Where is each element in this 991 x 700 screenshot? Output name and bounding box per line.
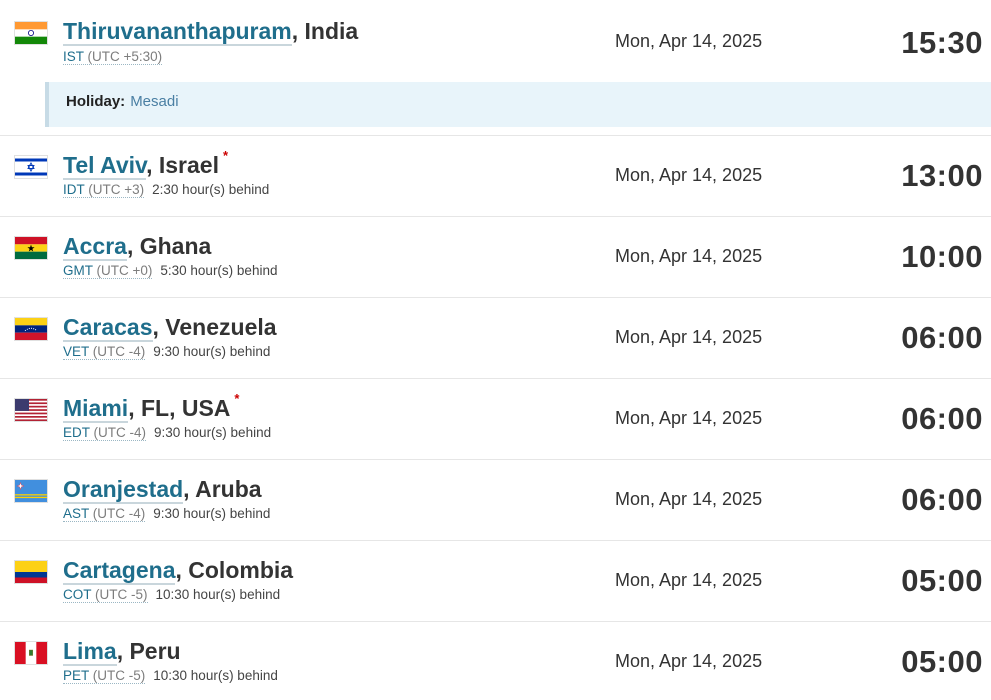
location-row-cartagena: Cartagena, Colombia COT (UTC -5) 10:30 ho…	[0, 541, 991, 622]
date-label: Mon, Apr 14, 2025	[615, 408, 763, 428]
city-link[interactable]: Thiruvananthapuram	[63, 18, 292, 46]
location-title: Thiruvananthapuram, India	[63, 18, 359, 46]
time-label: 10:00	[901, 239, 983, 274]
location-title: Accra, Ghana	[63, 233, 212, 261]
date-label: Mon, Apr 14, 2025	[615, 31, 763, 51]
dst-marker: *	[222, 148, 229, 163]
location-title: Caracas, Venezuela	[63, 314, 277, 342]
time-label: 06:00	[901, 482, 983, 517]
usa-flag-icon	[15, 399, 47, 421]
holiday-label: Holiday:	[66, 93, 126, 110]
country-name: , FL, USA	[128, 395, 231, 421]
timezone-link[interactable]: EDT (UTC -4)	[63, 425, 147, 441]
israel-flag-icon	[15, 156, 47, 178]
country-name: , Israel	[146, 152, 219, 178]
offset-text: 10:30 hour(s) behind	[153, 668, 278, 683]
location-row-miami: Miami, FL, USA * EDT (UTC -4) 9:30 hour(s)…	[0, 379, 991, 460]
date-label: Mon, Apr 14, 2025	[615, 165, 763, 185]
time-label: 06:00	[901, 401, 983, 436]
offset-text: 9:30 hour(s) behind	[153, 506, 271, 521]
timezone-line: EDT (UTC -4) 9:30 hour(s) behind	[63, 425, 272, 441]
aruba-flag-icon	[15, 480, 47, 502]
offset-text: 2:30 hour(s) behind	[152, 182, 270, 197]
timezone-link[interactable]: VET (UTC -4)	[63, 344, 146, 360]
time-label: 05:00	[901, 563, 983, 598]
india-flag-icon	[15, 22, 47, 44]
country-name: , India	[291, 18, 359, 44]
city-link[interactable]: Miami	[63, 395, 129, 423]
date-label: Mon, Apr 14, 2025	[615, 570, 763, 590]
city-link[interactable]: Caracas	[63, 314, 153, 342]
city-link[interactable]: Accra	[63, 233, 127, 261]
holiday-banner: Holiday: Mesadi	[45, 82, 991, 127]
time-label: 15:30	[901, 25, 983, 60]
date-label: Mon, Apr 14, 2025	[615, 327, 763, 347]
timezone-line: PET (UTC -5) 10:30 hour(s) behind	[63, 668, 278, 684]
timezone-line: VET (UTC -4) 9:30 hour(s) behind	[63, 344, 271, 360]
location-title: Tel Aviv, Israel *	[63, 148, 228, 180]
timezone-line: COT (UTC -5) 10:30 hour(s) behind	[63, 587, 281, 603]
location-row-accra: Accra, Ghana GMT (UTC +0) 5:30 hour(s) be…	[0, 217, 991, 298]
offset-text: 5:30 hour(s) behind	[160, 263, 278, 278]
timezone-link[interactable]: IST (UTC +5:30)	[63, 49, 163, 65]
location-row-lima: Lima, Peru PET (UTC -5) 10:30 hour(s) beh…	[0, 622, 991, 700]
location-row-tel-aviv: Tel Aviv, Israel * IDT (UTC +3) 2:30 hour(…	[0, 136, 991, 217]
offset-text: 9:30 hour(s) behind	[153, 344, 271, 359]
timezone-line: GMT (UTC +0) 5:30 hour(s) behind	[63, 263, 278, 279]
time-label: 06:00	[901, 320, 983, 355]
timezone-line: AST (UTC -4) 9:30 hour(s) behind	[63, 506, 271, 522]
location-title: Cartagena, Colombia	[63, 557, 294, 585]
dst-marker: *	[234, 391, 240, 406]
time-label: 05:00	[901, 644, 983, 679]
location-title: Miami, FL, USA *	[63, 391, 239, 423]
timezone-link[interactable]: PET (UTC -5)	[63, 668, 146, 684]
city-link[interactable]: Cartagena	[63, 557, 176, 585]
date-label: Mon, Apr 14, 2025	[615, 246, 763, 266]
offset-text: 10:30 hour(s) behind	[155, 587, 281, 602]
city-link[interactable]: Lima	[63, 638, 117, 666]
location-row-oranjestad: Oranjestad, Aruba AST (UTC -4) 9:30 hour(…	[0, 460, 991, 541]
peru-flag-icon	[15, 642, 47, 664]
country-name: , Peru	[116, 638, 181, 664]
ghana-flag-icon	[15, 237, 47, 259]
date-label: Mon, Apr 14, 2025	[615, 489, 763, 509]
city-link[interactable]: Tel Aviv	[63, 152, 147, 180]
date-label: Mon, Apr 14, 2025	[615, 651, 763, 671]
timezone-link[interactable]: COT (UTC -5)	[63, 587, 148, 603]
timezone-link[interactable]: IDT (UTC +3)	[63, 182, 145, 198]
location-row-thiruvananthapuram: Thiruvananthapuram, India IST (UTC +5:30…	[0, 0, 991, 136]
offset-text: 9:30 hour(s) behind	[154, 425, 272, 440]
holiday-name: Mesadi	[130, 93, 179, 110]
timezone-line: IDT (UTC +3) 2:30 hour(s) behind	[63, 182, 270, 198]
location-title: Oranjestad, Aruba	[63, 476, 262, 504]
time-label: 13:00	[901, 158, 983, 193]
timezone-line: IST (UTC +5:30)	[63, 49, 163, 65]
timezone-link[interactable]: AST (UTC -4)	[63, 506, 146, 522]
location-title: Lima, Peru	[63, 638, 181, 666]
city-link[interactable]: Oranjestad	[63, 476, 184, 504]
location-row-caracas: Caracas, Venezuela VET (UTC -4) 9:30 hour…	[0, 298, 991, 379]
timezone-link[interactable]: GMT (UTC +0)	[63, 263, 153, 279]
venezuela-flag-icon	[15, 318, 47, 340]
country-name: , Aruba	[183, 476, 262, 502]
colombia-flag-icon	[15, 561, 47, 583]
country-name: , Ghana	[126, 233, 212, 259]
country-name: , Venezuela	[152, 314, 277, 340]
country-name: , Colombia	[175, 557, 294, 583]
